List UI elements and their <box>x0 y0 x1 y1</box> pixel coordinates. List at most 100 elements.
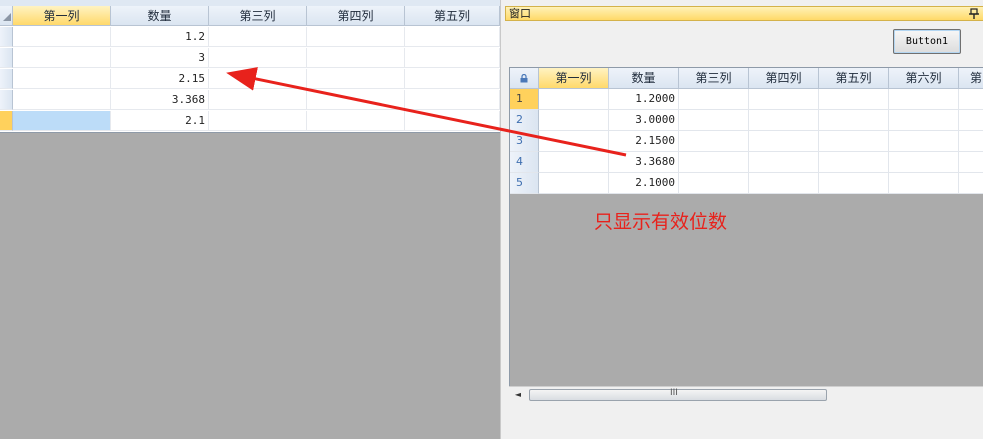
right-cell[interactable] <box>749 110 819 131</box>
row-number[interactable]: 1 <box>510 89 539 110</box>
left-col-header-1[interactable]: 第一列 <box>13 6 111 26</box>
left-cell-qty[interactable]: 2.1 <box>111 111 209 131</box>
left-cell-col1[interactable] <box>13 27 111 47</box>
right-cell-qty[interactable]: 3.0000 <box>609 110 679 131</box>
scroll-left-arrow-icon[interactable]: ◄ <box>511 388 525 402</box>
right-cell-qty[interactable]: 2.1000 <box>609 173 679 194</box>
left-cell-col3[interactable] <box>209 90 307 110</box>
right-cell[interactable] <box>819 173 889 194</box>
right-col-header-2[interactable]: 数量 <box>609 68 679 89</box>
table-row[interactable]: 1 1.2000 <box>510 89 983 110</box>
pin-icon[interactable] <box>969 8 979 19</box>
table-row[interactable]: 2.15 <box>0 69 500 90</box>
left-cell-col5[interactable] <box>405 90 500 110</box>
right-cell-col1[interactable] <box>539 152 609 173</box>
left-corner-cell[interactable] <box>0 6 13 26</box>
right-cell[interactable] <box>749 89 819 110</box>
right-cell[interactable] <box>679 131 749 152</box>
left-cell-col4[interactable] <box>307 27 405 47</box>
right-cell-qty[interactable]: 2.1500 <box>609 131 679 152</box>
left-cell-col3[interactable] <box>209 69 307 89</box>
row-indicator[interactable] <box>0 48 13 68</box>
left-cell-col5[interactable] <box>405 27 500 47</box>
left-cell-col5[interactable] <box>405 48 500 68</box>
right-cell[interactable] <box>679 89 749 110</box>
right-cell[interactable] <box>889 173 959 194</box>
row-indicator[interactable] <box>0 27 13 47</box>
row-number[interactable]: 3 <box>510 131 539 152</box>
left-cell-col4[interactable] <box>307 69 405 89</box>
horizontal-scrollbar[interactable]: ◄ III <box>509 386 983 403</box>
left-cell-col4[interactable] <box>307 111 405 131</box>
right-cell[interactable] <box>959 131 983 152</box>
row-number[interactable]: 5 <box>510 173 539 194</box>
table-row[interactable]: 2.1 <box>0 111 500 132</box>
left-col-header-5[interactable]: 第五列 <box>405 6 500 26</box>
table-row[interactable]: 3 2.1500 <box>510 131 983 152</box>
table-row[interactable]: 1.2 <box>0 27 500 48</box>
right-cell-col1[interactable] <box>539 110 609 131</box>
left-cell-col3[interactable] <box>209 111 307 131</box>
left-cell-qty[interactable]: 3.368 <box>111 90 209 110</box>
row-indicator-current[interactable] <box>0 111 13 131</box>
right-col-header-4[interactable]: 第四列 <box>749 68 819 89</box>
right-col-header-3[interactable]: 第三列 <box>679 68 749 89</box>
right-cell[interactable] <box>889 110 959 131</box>
right-cell-qty[interactable]: 1.2000 <box>609 89 679 110</box>
row-number[interactable]: 2 <box>510 110 539 131</box>
window-title-bar[interactable]: 窗口 <box>505 6 983 21</box>
left-cell-qty[interactable]: 2.15 <box>111 69 209 89</box>
right-col-header-6[interactable]: 第六列 <box>889 68 959 89</box>
left-cell-col1[interactable] <box>13 90 111 110</box>
left-cell-col5[interactable] <box>405 69 500 89</box>
right-cell[interactable] <box>749 173 819 194</box>
right-col-header-1[interactable]: 第一列 <box>539 68 609 89</box>
right-cell[interactable] <box>819 110 889 131</box>
left-cell-col3[interactable] <box>209 48 307 68</box>
table-row[interactable]: 3 <box>0 48 500 69</box>
left-col-header-2[interactable]: 数量 <box>111 6 209 26</box>
table-row[interactable]: 4 3.3680 <box>510 152 983 173</box>
button1[interactable]: Button1 <box>893 29 961 54</box>
right-cell[interactable] <box>819 89 889 110</box>
right-cell[interactable] <box>679 173 749 194</box>
table-row[interactable]: 3.368 <box>0 90 500 111</box>
right-col-header-5[interactable]: 第五列 <box>819 68 889 89</box>
right-cell[interactable] <box>959 173 983 194</box>
right-cell[interactable] <box>819 131 889 152</box>
left-cell-col4[interactable] <box>307 90 405 110</box>
left-col-header-4[interactable]: 第四列 <box>307 6 405 26</box>
right-cell[interactable] <box>889 89 959 110</box>
right-cell-qty[interactable]: 3.3680 <box>609 152 679 173</box>
table-row[interactable]: 2 3.0000 <box>510 110 983 131</box>
left-cell-col1-selected[interactable] <box>13 111 111 131</box>
right-col-header-7[interactable]: 第 <box>959 68 983 89</box>
right-cell[interactable] <box>959 110 983 131</box>
right-cell[interactable] <box>819 152 889 173</box>
row-number[interactable]: 4 <box>510 152 539 173</box>
row-indicator[interactable] <box>0 69 13 89</box>
right-cell[interactable] <box>959 89 983 110</box>
right-cell[interactable] <box>959 152 983 173</box>
left-col-header-3[interactable]: 第三列 <box>209 6 307 26</box>
left-cell-col5[interactable] <box>405 111 500 131</box>
right-cell[interactable] <box>889 131 959 152</box>
left-cell-col3[interactable] <box>209 27 307 47</box>
left-cell-qty[interactable]: 1.2 <box>111 27 209 47</box>
right-cell[interactable] <box>749 152 819 173</box>
table-row[interactable]: 5 2.1000 <box>510 173 983 194</box>
right-corner-cell[interactable] <box>510 68 539 89</box>
right-cell[interactable] <box>679 110 749 131</box>
left-cell-qty[interactable]: 3 <box>111 48 209 68</box>
left-cell-col1[interactable] <box>13 69 111 89</box>
right-cell-col1[interactable] <box>539 173 609 194</box>
row-indicator[interactable] <box>0 90 13 110</box>
left-cell-col1[interactable] <box>13 48 111 68</box>
left-cell-col4[interactable] <box>307 48 405 68</box>
right-cell[interactable] <box>679 152 749 173</box>
scrollbar-thumb[interactable]: III <box>529 388 827 401</box>
right-cell-col1[interactable] <box>539 131 609 152</box>
right-cell-col1-selected[interactable] <box>539 89 609 110</box>
right-cell[interactable] <box>749 131 819 152</box>
right-cell[interactable] <box>889 152 959 173</box>
